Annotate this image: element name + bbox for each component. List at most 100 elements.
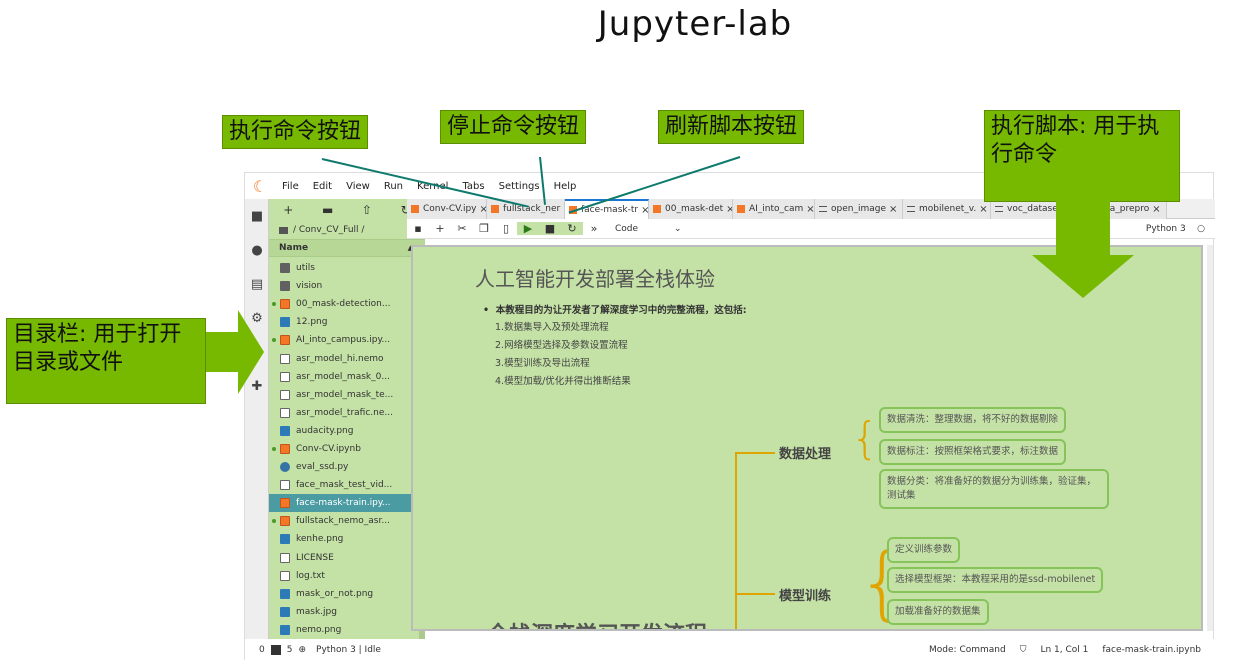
paste-icon[interactable]: ▯	[495, 222, 517, 235]
file-list-item[interactable]: eval_ssd.py	[269, 458, 419, 476]
tab-3[interactable]: 00_mask-det×	[649, 199, 733, 219]
running-indicator-icon	[272, 338, 276, 343]
run-all-icon[interactable]: »	[583, 222, 605, 235]
markdown-icon	[995, 206, 1003, 212]
file-list-item[interactable]: Conv-CV.ipynb	[269, 440, 419, 458]
annotation-run-button: 执行命令按钮	[222, 115, 369, 149]
file-list-item[interactable]: utils	[269, 259, 419, 277]
restart-kernel-icon[interactable]: ↻	[561, 222, 583, 235]
file-list-item[interactable]: 00_mask-detection...	[269, 295, 419, 313]
file-list-item[interactable]: asr_model_trafic.ne...	[269, 404, 419, 422]
folder-icon[interactable]: ■	[245, 199, 269, 233]
notebook-file-icon	[280, 335, 290, 346]
status-filename: face-mask-train.ipynb	[1102, 645, 1201, 655]
file-list-item[interactable]: fullstack_nemo_asr...	[269, 512, 419, 530]
kernel-label: Python 3	[1145, 223, 1186, 234]
file-list-item[interactable]: nemo.png	[269, 621, 419, 639]
close-icon[interactable]: ×	[889, 204, 897, 215]
new-launcher-icon[interactable]: +	[283, 203, 293, 217]
jupyter-logo-icon: ☾	[252, 176, 268, 196]
tab-5[interactable]: open_image ×	[815, 199, 903, 219]
upload-icon[interactable]: ⇧	[362, 203, 372, 217]
file-list-item[interactable]: asr_model_mask_te...	[269, 386, 419, 404]
file-list-item[interactable]: asr_model_hi.nemo	[269, 349, 419, 367]
notebook-cell[interactable]: 人工智能开发部署全栈体验 • 本教程目的为让开发者了解深度学习中的完整流程，这包…	[411, 245, 1203, 631]
tab-label: mobilenet_v.	[919, 204, 977, 214]
notebook-icon	[411, 205, 419, 213]
tab-1[interactable]: fullstack_ner×	[487, 199, 565, 219]
file-list-item[interactable]: AI_into_campus.ipy...	[269, 331, 419, 349]
file-list-item[interactable]: face-mask-train.ipy...	[269, 494, 419, 513]
menu-run[interactable]: Run	[377, 181, 410, 192]
menu-view[interactable]: View	[339, 181, 377, 192]
close-icon[interactable]: ×	[641, 205, 648, 216]
name-column-header[interactable]: Name ▲	[269, 239, 425, 257]
file-list-item[interactable]: 12.png	[269, 313, 419, 331]
stop-icon[interactable]: ■	[539, 222, 561, 235]
file-list-item[interactable]: vision	[269, 277, 419, 295]
file-list-item[interactable]: kenhe.png	[269, 530, 419, 548]
file-name: log.txt	[296, 570, 325, 581]
image-file-icon	[280, 606, 290, 617]
menu-edit[interactable]: Edit	[306, 181, 339, 192]
folder-file-icon	[280, 281, 290, 292]
commands-icon[interactable]: ▤	[245, 267, 269, 301]
menu-file[interactable]: File	[275, 181, 306, 192]
cell-type-select[interactable]: Code	[615, 224, 638, 234]
insert-cell-icon[interactable]: +	[429, 222, 451, 235]
mindmap-train-item-3: 加载准备好的数据集	[887, 599, 989, 625]
file-name: mask.jpg	[296, 606, 337, 617]
close-icon[interactable]: ×	[806, 204, 814, 215]
close-icon[interactable]: ×	[480, 204, 486, 215]
save-icon[interactable]: ▪	[407, 222, 429, 235]
file-list-item[interactable]: LICENSE	[269, 549, 419, 567]
close-icon[interactable]: ×	[1152, 204, 1160, 215]
running-icon[interactable]: ●	[245, 233, 269, 267]
new-folder-icon[interactable]: ▬	[322, 203, 333, 217]
running-indicator-icon	[272, 446, 276, 451]
menu-help[interactable]: Help	[547, 181, 584, 192]
folder-file-icon	[280, 263, 290, 274]
tab-6[interactable]: mobilenet_v. ×	[903, 199, 991, 219]
image-file-icon	[280, 534, 290, 545]
notebook-title: 人工智能开发部署全栈体验	[475, 267, 715, 291]
file-list-item[interactable]: audacity.png	[269, 422, 419, 440]
close-icon[interactable]: ×	[979, 204, 987, 215]
breadcrumb[interactable]: / Conv_CV_Full /	[269, 221, 425, 239]
kernel-status[interactable]: Python 3 | Idle	[316, 645, 381, 655]
tab-label: fullstack_ner	[503, 204, 561, 214]
file-list-item[interactable]: mask_or_not.png	[269, 585, 419, 603]
menu-settings[interactable]: Settings	[492, 181, 547, 192]
kernel-name[interactable]: Python 3 ○	[1146, 224, 1205, 234]
close-icon[interactable]: ×	[726, 204, 732, 215]
file-name: face_mask_test_vid...	[296, 480, 393, 491]
file-list-item[interactable]: mask.jpg	[269, 603, 419, 621]
notebook-file-icon	[280, 516, 290, 527]
brace-data: {	[851, 413, 879, 464]
tab-0[interactable]: Conv-CV.ipy×	[407, 199, 487, 219]
down-arrow-icon	[1032, 200, 1134, 298]
copy-icon[interactable]: ❐	[473, 222, 495, 235]
file-list-item[interactable]: asr_model_mask_0...	[269, 368, 419, 386]
cursor-position[interactable]: Ln 1, Col 1	[1040, 645, 1088, 655]
mindmap-data-item-3: 数据分类：将准备好的数据分为训练集，验证集，测试集	[879, 469, 1109, 509]
notebook-scrollbar[interactable]	[1207, 245, 1213, 631]
run-icon[interactable]: ▶	[517, 222, 539, 235]
file-list: utils vision 00_mask-detection... 12.png AI_…	[269, 259, 419, 639]
file-list-item[interactable]: face_mask_test_vid...	[269, 476, 419, 494]
file-file-icon	[280, 371, 290, 382]
cut-icon[interactable]: ✂	[451, 222, 473, 235]
file-name: asr_model_hi.nemo	[296, 353, 384, 364]
running-indicator-icon	[272, 519, 276, 524]
file-name: asr_model_mask_0...	[296, 371, 390, 382]
tab-label: Conv-CV.ipy	[423, 204, 477, 214]
file-name: utils	[296, 263, 315, 274]
terminal-count: 5	[286, 645, 293, 655]
step-2: 2.网络模型选择及参数设置流程	[495, 340, 628, 351]
tab-label: AI_into_cam	[749, 204, 804, 214]
markdown-icon	[819, 206, 827, 212]
tab-4[interactable]: AI_into_cam ×	[733, 199, 815, 219]
terminal-icon	[270, 645, 281, 655]
file-name: kenhe.png	[296, 534, 344, 545]
file-list-item[interactable]: log.txt	[269, 567, 419, 585]
